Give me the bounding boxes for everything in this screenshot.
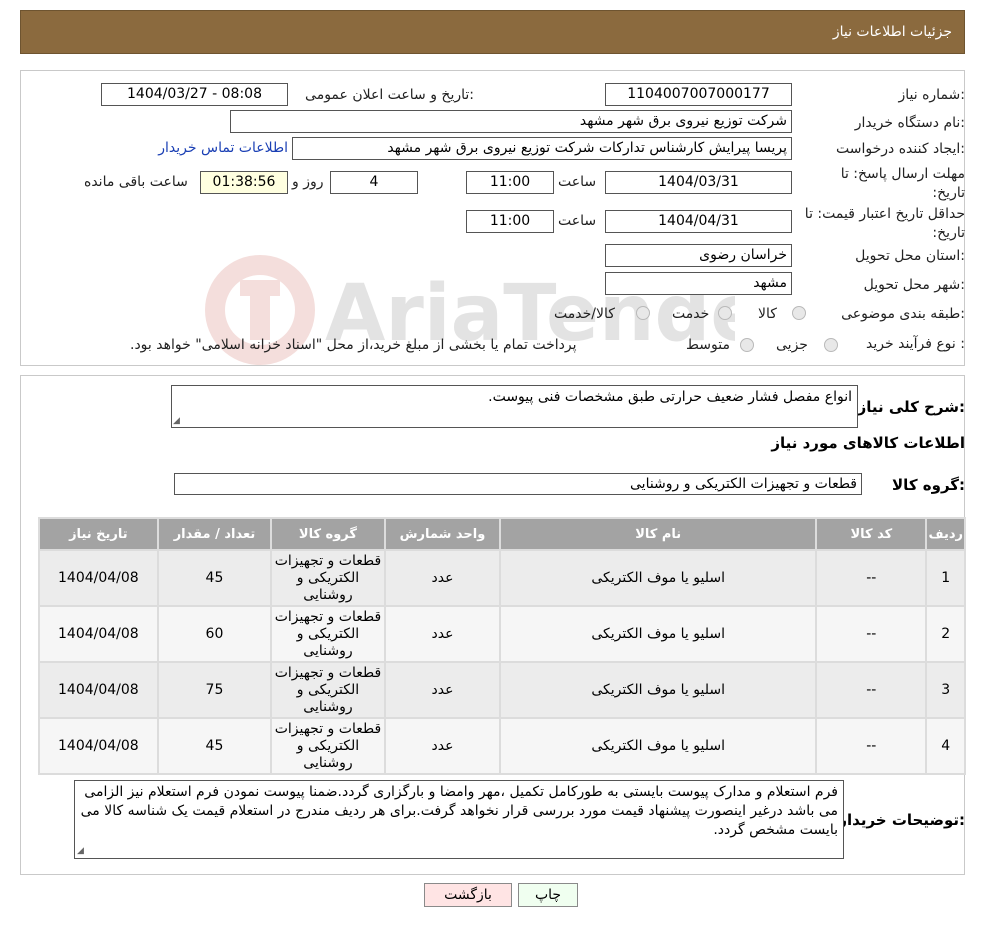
announce-datetime-field: 1404/03/27 - 08:08 <box>101 83 288 106</box>
cell-group: قطعات و تجهیزات الکتریکی و روشنایی <box>272 719 384 773</box>
cell-name: اسلیو یا موف الکتریکی <box>501 663 816 717</box>
process-label: نوع فرآیند خرید : <box>866 336 965 352</box>
cell-unit: عدد <box>385 551 500 605</box>
category-goods-label: کالا <box>758 306 777 322</box>
validity-label: حداقل تاریخ اعتبار قیمت: تا تاریخ: <box>804 206 965 241</box>
description-text: انواع مفصل فشار ضعیف حرارتی طبق مشخصات ف… <box>488 389 852 405</box>
category-goods-radio[interactable] <box>792 306 806 320</box>
validity-date-field: 1404/04/31 <box>605 210 792 233</box>
col-group: گروه کالا <box>272 519 384 549</box>
goods-group-field: قطعات و تجهیزات الکتریکی و روشنایی <box>174 473 862 495</box>
cell-code: -- <box>817 663 926 717</box>
cell-qty: 60 <box>158 607 271 661</box>
category-goods-service-label: کالا/خدمت <box>554 306 615 322</box>
table-row: 1 -- اسلیو یا موف الکتریکی عدد قطعات و ت… <box>40 551 964 605</box>
cell-name: اسلیو یا موف الکتریکی <box>501 719 816 773</box>
goods-table: ردیف کد کالا نام کالا واحد شمارش گروه کا… <box>38 517 966 775</box>
deadline-time-field: 11:00 <box>466 171 554 194</box>
requester-field: پریسا پیرایش کارشناس تدارکات شرکت توزیع … <box>292 137 792 160</box>
table-row: 2 -- اسلیو یا موف الکتریکی عدد قطعات و ت… <box>40 607 964 661</box>
process-note: پرداخت تمام یا بخشی از مبلغ خرید،از محل … <box>130 337 577 353</box>
cell-group: قطعات و تجهیزات الکتریکی و روشنایی <box>272 663 384 717</box>
category-goods-service-radio[interactable] <box>636 306 650 320</box>
process-medium-label: متوسط <box>686 337 730 353</box>
cell-name: اسلیو یا موف الکتریکی <box>501 607 816 661</box>
cell-name: اسلیو یا موف الکتریکی <box>501 551 816 605</box>
deadline-time-label: ساعت <box>558 174 597 190</box>
category-label: طبقه بندی موضوعی: <box>841 306 965 322</box>
buyer-org-label: نام دستگاه خریدار: <box>854 115 965 131</box>
process-minor-label: جزیی <box>776 337 808 353</box>
remaining-time-field: 01:38:56 <box>200 171 288 194</box>
print-button[interactable]: چاپ <box>518 883 578 907</box>
buyer-org-field: شرکت توزیع نیروی برق شهر مشهد <box>230 110 792 133</box>
cell-date: 1404/04/08 <box>40 607 157 661</box>
page-title: جزئیات اطلاعات نیاز <box>832 24 952 40</box>
buyer-notes-label: توضیحات خریدار: <box>838 811 965 829</box>
cell-row: 4 <box>927 719 964 773</box>
table-row: 4 -- اسلیو یا موف الکتریکی عدد قطعات و ت… <box>40 719 964 773</box>
cell-row: 1 <box>927 551 964 605</box>
province-label: استان محل تحویل: <box>855 248 965 264</box>
remaining-days-field: 4 <box>330 171 418 194</box>
cell-qty: 45 <box>158 551 271 605</box>
buyer-contact-link[interactable]: اطلاعات تماس خریدار <box>158 140 288 156</box>
cell-unit: عدد <box>385 719 500 773</box>
table-row: 3 -- اسلیو یا موف الکتریکی عدد قطعات و ت… <box>40 663 964 717</box>
buyer-notes-field[interactable]: فرم استعلام و مدارک پیوست بایستی به طورک… <box>74 780 844 859</box>
resize-grip-icon[interactable]: ◢ <box>173 417 181 426</box>
cell-unit: عدد <box>385 663 500 717</box>
cell-group: قطعات و تجهیزات الکتریکی و روشنایی <box>272 607 384 661</box>
need-number-label: شماره نیاز: <box>898 87 965 103</box>
province-field: خراسان رضوی <box>605 244 792 267</box>
col-code: کد کالا <box>817 519 926 549</box>
cell-row: 3 <box>927 663 964 717</box>
cell-date: 1404/04/08 <box>40 663 157 717</box>
col-unit: واحد شمارش <box>385 519 500 549</box>
validity-time-field: 11:00 <box>466 210 554 233</box>
cell-code: -- <box>817 607 926 661</box>
deadline-date-field: 1404/03/31 <box>605 171 792 194</box>
requester-label: ایجاد کننده درخواست: <box>836 141 965 157</box>
category-service-radio[interactable] <box>718 306 732 320</box>
cell-unit: عدد <box>385 607 500 661</box>
goods-group-label: گروه کالا: <box>892 476 965 494</box>
category-service-label: خدمت <box>672 306 710 322</box>
cell-code: -- <box>817 719 926 773</box>
remaining-time-label: ساعت باقی مانده <box>84 174 188 190</box>
deadline-label: مهلت ارسال پاسخ: تا تاریخ: <box>840 166 965 201</box>
back-button[interactable]: بازگشت <box>424 883 512 907</box>
cell-qty: 75 <box>158 663 271 717</box>
buyer-notes-text: فرم استعلام و مدارک پیوست بایستی به طورک… <box>80 784 838 838</box>
page-header: جزئیات اطلاعات نیاز <box>20 10 965 54</box>
cell-qty: 45 <box>158 719 271 773</box>
resize-grip-icon[interactable]: ◢ <box>77 847 85 856</box>
city-field: مشهد <box>605 272 792 295</box>
goods-table-header: ردیف کد کالا نام کالا واحد شمارش گروه کا… <box>40 519 964 549</box>
col-qty: تعداد / مقدار <box>158 519 271 549</box>
cell-date: 1404/04/08 <box>40 719 157 773</box>
col-date: تاریخ نیاز <box>40 519 157 549</box>
col-row: ردیف <box>927 519 964 549</box>
city-label: شهر محل تحویل: <box>863 277 965 293</box>
announce-label: تاریخ و ساعت اعلان عمومی: <box>305 87 474 103</box>
col-name: نام کالا <box>501 519 816 549</box>
process-medium-radio[interactable] <box>740 338 754 352</box>
need-number-field: 1104007007000177 <box>605 83 792 106</box>
goods-info-title: اطلاعات کالاهای مورد نیاز <box>771 434 965 452</box>
validity-time-label: ساعت <box>558 213 597 229</box>
cell-group: قطعات و تجهیزات الکتریکی و روشنایی <box>272 551 384 605</box>
cell-code: -- <box>817 551 926 605</box>
description-label: شرح کلی نیاز: <box>857 398 965 416</box>
cell-row: 2 <box>927 607 964 661</box>
cell-date: 1404/04/08 <box>40 551 157 605</box>
days-label: روز و <box>292 174 324 190</box>
process-minor-radio[interactable] <box>824 338 838 352</box>
description-field[interactable]: انواع مفصل فشار ضعیف حرارتی طبق مشخصات ف… <box>171 385 858 428</box>
